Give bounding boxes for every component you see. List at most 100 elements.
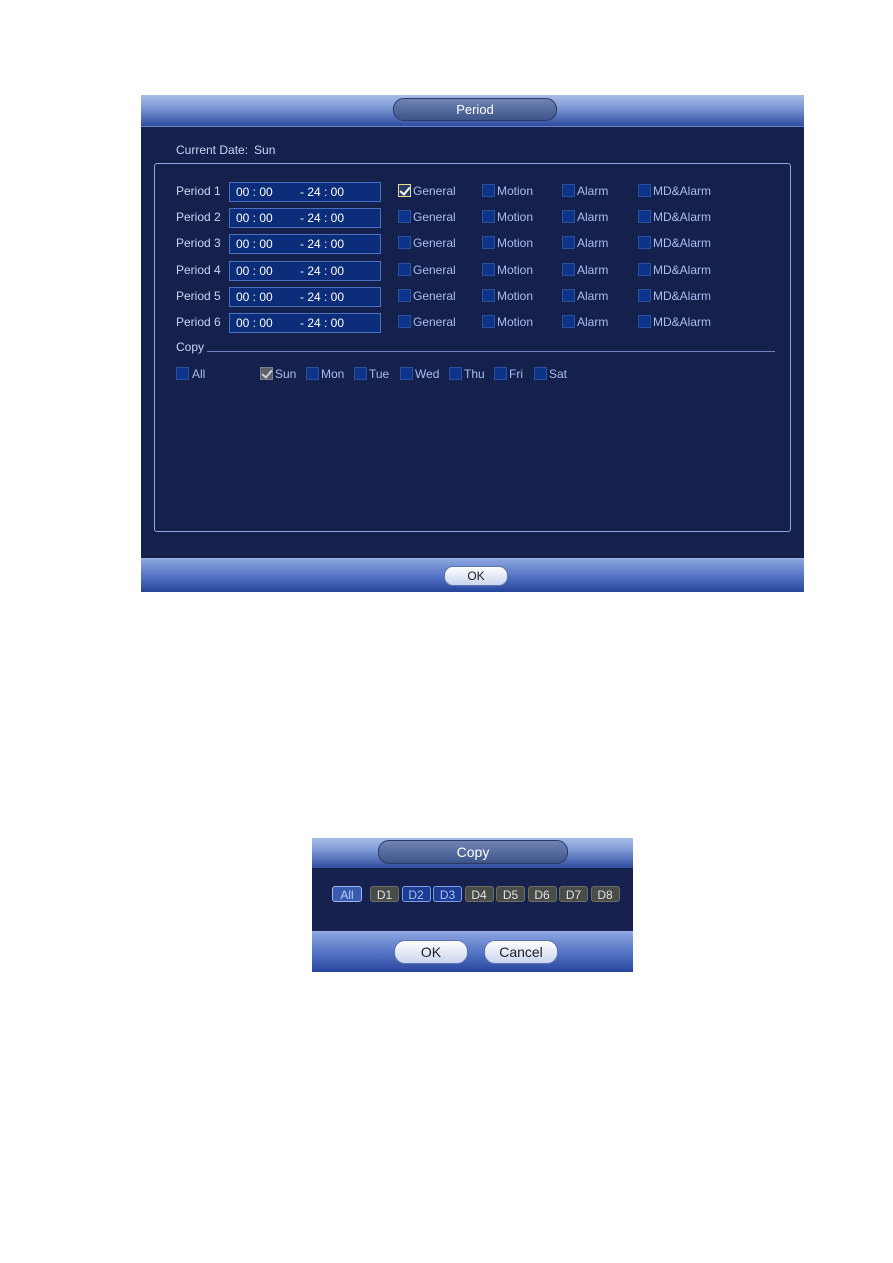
period-label: Period 2: [176, 210, 221, 225]
md-alarm-checkbox[interactable]: [638, 288, 651, 302]
alarm-checkbox[interactable]: [562, 288, 575, 302]
md-alarm-label: MD&Alarm: [653, 288, 712, 303]
copy-section-label: Copy: [176, 340, 205, 354]
alarm-checkbox[interactable]: [562, 262, 575, 276]
copy-all-label: All: [192, 367, 206, 381]
motion-checkbox[interactable]: [482, 288, 495, 302]
alarm-checkbox[interactable]: [562, 184, 575, 197]
period-row: Period 2 00 : 00 - 24 : 00 General Motion Ala…: [176, 208, 796, 229]
period-time-input[interactable]: 00 : 00 - 24 : 00: [229, 208, 381, 229]
alarm-label: Alarm: [577, 210, 609, 225]
channel-button-d6[interactable]: D6: [527, 886, 557, 902]
md-alarm-checkbox[interactable]: [638, 184, 651, 197]
period-time-input[interactable]: 00 : 00 - 24 : 00: [229, 234, 381, 255]
day-checkbox-fri[interactable]: [494, 367, 507, 380]
copy-dialog-header: Copy: [312, 838, 633, 868]
day-checkbox-thu[interactable]: [449, 367, 462, 380]
channel-all-button[interactable]: All: [332, 886, 362, 902]
current-date: Current Date: Sun: [176, 143, 281, 157]
general-label: General: [413, 236, 456, 251]
period-label: Period 4: [176, 262, 221, 277]
period-end-time[interactable]: - 24 : 00: [300, 183, 344, 201]
general-checkbox[interactable]: [398, 288, 411, 302]
period-time-input[interactable]: 00 : 00 - 24 : 00: [229, 182, 381, 202]
general-label: General: [413, 262, 456, 277]
motion-checkbox[interactable]: [482, 315, 495, 328]
day-checkbox-tue[interactable]: [354, 367, 367, 380]
alarm-label: Alarm: [577, 184, 609, 198]
general-checkbox[interactable]: [398, 184, 411, 197]
channel-button-d1[interactable]: D1: [370, 886, 399, 902]
period-end-time[interactable]: - 24 : 00: [300, 209, 344, 227]
md-alarm-checkbox[interactable]: [638, 262, 651, 276]
day-label: Mon: [321, 367, 345, 381]
motion-label: Motion: [497, 184, 534, 198]
dialog-header: Period: [141, 95, 804, 127]
day-checkbox-sat[interactable]: [534, 367, 547, 380]
md-alarm-checkbox[interactable]: [638, 210, 651, 224]
channel-button-d8[interactable]: D8: [590, 886, 620, 902]
copy-days-row: All Sun Mon Tue Wed Thu Fri Sat: [176, 365, 676, 385]
md-alarm-checkbox[interactable]: [638, 236, 651, 250]
md-alarm-label: MD&Alarm: [653, 236, 712, 251]
period-row: Period 4 00 : 00 - 24 : 00 General Motion Ala…: [176, 260, 796, 281]
alarm-checkbox[interactable]: [562, 315, 575, 328]
current-date-value: Sun: [254, 143, 276, 157]
period-end-time[interactable]: - 24 : 00: [300, 288, 344, 306]
channel-button-d2[interactable]: D2: [401, 886, 431, 902]
alarm-checkbox[interactable]: [562, 210, 575, 224]
period-start-time[interactable]: 00 : 00: [236, 183, 273, 201]
alarm-label: Alarm: [577, 236, 609, 251]
general-label: General: [413, 210, 456, 225]
day-label: Tue: [369, 367, 390, 381]
channel-button-d5[interactable]: D5: [496, 886, 525, 902]
period-label: Period 1: [176, 184, 221, 198]
motion-label: Motion: [497, 288, 534, 303]
period-time-input[interactable]: 00 : 00 - 24 : 00: [229, 313, 381, 333]
period-end-time[interactable]: - 24 : 00: [300, 262, 344, 280]
general-checkbox[interactable]: [398, 262, 411, 276]
md-alarm-label: MD&Alarm: [653, 184, 712, 198]
period-time-input[interactable]: 00 : 00 - 24 : 00: [229, 286, 381, 307]
period-dialog: Period Current Date: Sun Period 1 00 : 00 -…: [141, 95, 804, 592]
day-label: Fri: [509, 367, 523, 381]
period-start-time[interactable]: 00 : 00: [236, 235, 273, 253]
copy-all-checkbox[interactable]: [176, 367, 189, 380]
channel-button-d7[interactable]: D7: [559, 886, 588, 902]
copy-cancel-button[interactable]: Cancel: [484, 940, 558, 964]
day-label: Sun: [275, 367, 297, 381]
md-alarm-label: MD&Alarm: [653, 315, 712, 329]
period-start-time[interactable]: 00 : 00: [236, 288, 273, 306]
md-alarm-checkbox[interactable]: [638, 315, 651, 328]
general-checkbox[interactable]: [398, 236, 411, 250]
period-row: Period 6 00 : 00 - 24 : 00 General Motion Ala…: [176, 313, 796, 333]
period-time-input[interactable]: 00 : 00 - 24 : 00: [229, 260, 381, 281]
md-alarm-label: MD&Alarm: [653, 210, 712, 225]
channel-button-d4[interactable]: D4: [464, 886, 494, 902]
dialog-title: Period: [393, 98, 557, 121]
md-alarm-label: MD&Alarm: [653, 262, 712, 277]
motion-checkbox[interactable]: [482, 184, 495, 197]
period-start-time[interactable]: 00 : 00: [236, 262, 273, 280]
ok-button[interactable]: OK: [444, 566, 508, 586]
alarm-label: Alarm: [577, 288, 609, 303]
copy-ok-button[interactable]: OK: [394, 940, 468, 964]
general-checkbox[interactable]: [398, 210, 411, 224]
day-checkbox-sun[interactable]: [260, 367, 273, 380]
channel-button-d3[interactable]: D3: [433, 886, 462, 902]
period-end-time[interactable]: - 24 : 00: [300, 314, 344, 332]
motion-checkbox[interactable]: [482, 236, 495, 250]
period-start-time[interactable]: 00 : 00: [236, 314, 273, 332]
period-end-time[interactable]: - 24 : 00: [300, 235, 344, 253]
alarm-label: Alarm: [577, 315, 609, 329]
period-label: Period 5: [176, 288, 221, 303]
alarm-checkbox[interactable]: [562, 236, 575, 250]
period-start-time[interactable]: 00 : 00: [236, 209, 273, 227]
day-checkbox-wed[interactable]: [400, 367, 413, 380]
general-checkbox[interactable]: [398, 315, 411, 328]
motion-label: Motion: [497, 236, 534, 251]
day-checkbox-mon[interactable]: [306, 367, 319, 380]
motion-checkbox[interactable]: [482, 262, 495, 276]
general-label: General: [413, 288, 456, 303]
motion-checkbox[interactable]: [482, 210, 495, 224]
